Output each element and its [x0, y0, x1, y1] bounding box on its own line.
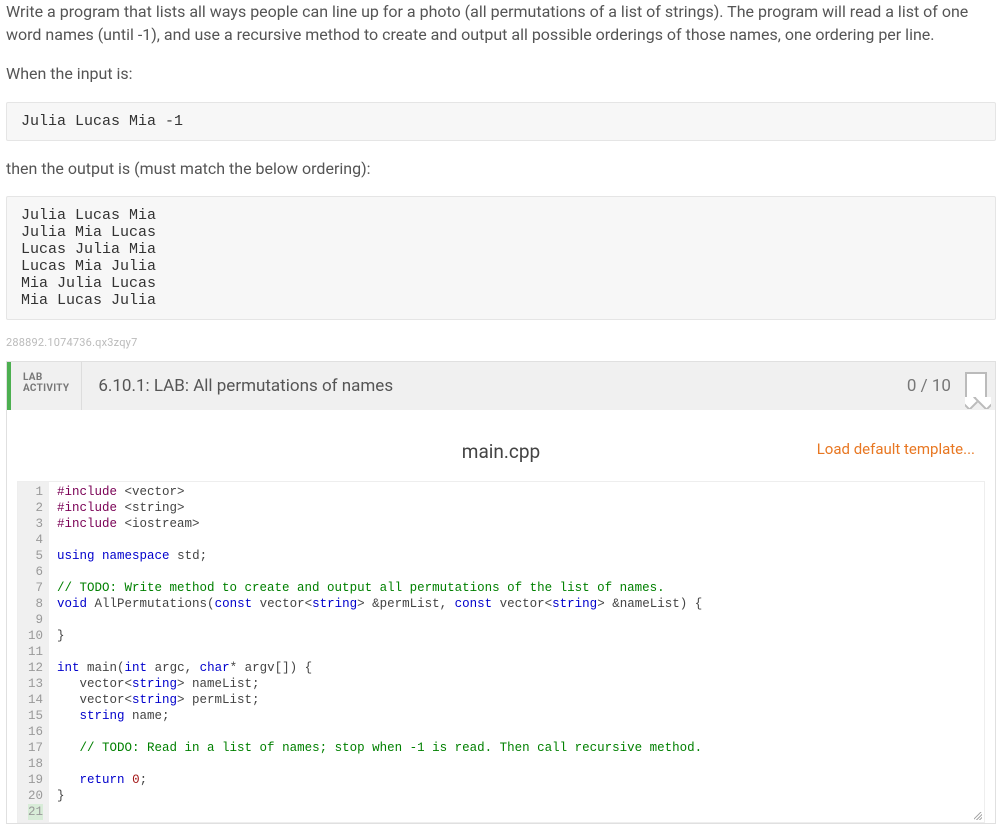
- lab-activity-tag: LAB ACTIVITY: [11, 362, 81, 410]
- editor-area: main.cpp Load default template... 1 2 3 …: [7, 410, 995, 823]
- code-content[interactable]: #include <vector> #include <string> #inc…: [49, 482, 984, 822]
- bookmark-button[interactable]: [965, 362, 995, 410]
- lab-tag-line1: LAB: [23, 372, 69, 383]
- lab-score: 0 / 10: [893, 362, 965, 410]
- line-number-gutter: 1 2 3 4 5 6 7 8 9 10 11 12 13 14 15 16 1…: [18, 482, 49, 822]
- prompt-paragraph-3: then the output is (must match the below…: [6, 157, 996, 180]
- hash-text: 288892.1074736.qx3zqy7: [6, 336, 996, 349]
- prompt-paragraph-1: Write a program that lists all ways peop…: [6, 0, 996, 46]
- lab-panel: LAB ACTIVITY 6.10.1: LAB: All permutatio…: [6, 361, 996, 824]
- code-editor[interactable]: 1 2 3 4 5 6 7 8 9 10 11 12 13 14 15 16 1…: [17, 481, 985, 823]
- editor-header: main.cpp Load default template...: [17, 440, 985, 463]
- prompt-paragraph-2: When the input is:: [6, 62, 996, 85]
- lab-header: LAB ACTIVITY 6.10.1: LAB: All permutatio…: [7, 362, 995, 410]
- output-example-block: Julia Lucas Mia Julia Mia Lucas Lucas Ju…: [6, 196, 996, 320]
- lab-tag-line2: ACTIVITY: [23, 383, 69, 394]
- bookmark-icon: [965, 372, 987, 400]
- input-example-block: Julia Lucas Mia -1: [6, 102, 996, 141]
- load-default-template-link[interactable]: Load default template...: [817, 440, 975, 458]
- lab-title: 6.10.1: LAB: All permutations of names: [81, 362, 893, 410]
- resize-handle[interactable]: [972, 810, 984, 822]
